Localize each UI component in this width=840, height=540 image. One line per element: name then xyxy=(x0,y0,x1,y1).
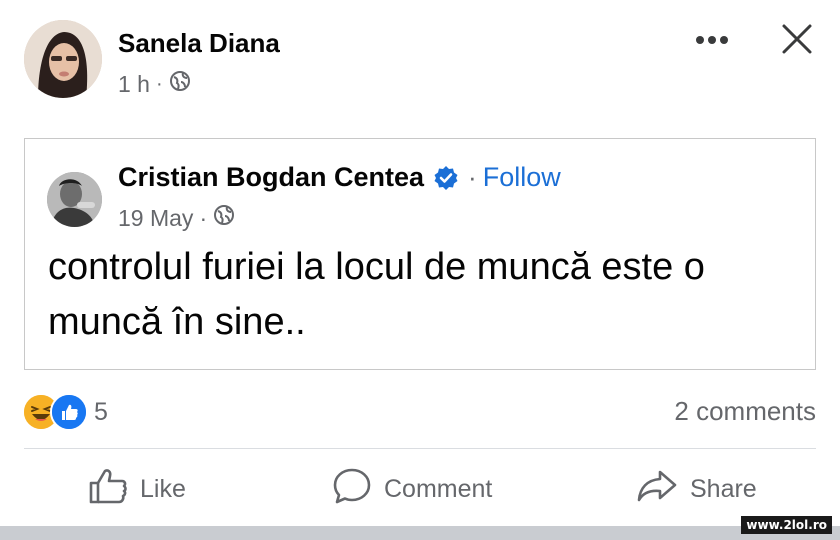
bottom-band xyxy=(0,526,840,540)
verified-badge-icon xyxy=(433,165,459,191)
share-button[interactable]: Share xyxy=(636,466,757,512)
shared-post-text: controlul furiei la locul de muncă este … xyxy=(48,246,705,343)
comment-icon xyxy=(332,467,372,512)
share-icon xyxy=(636,469,678,510)
comment-label: Comment xyxy=(384,474,493,503)
like-reaction-icon xyxy=(50,393,88,431)
author-name[interactable]: Sanela Diana xyxy=(118,28,280,59)
shared-post-date[interactable]: 19 May xyxy=(118,205,193,232)
comment-button[interactable]: Comment xyxy=(332,466,492,512)
shared-post-header: Cristian Bogdan Centea · Follow xyxy=(118,162,561,193)
divider xyxy=(24,448,816,449)
author-avatar[interactable] xyxy=(24,20,102,98)
post-meta: 1 h · xyxy=(118,70,191,98)
shared-author-name[interactable]: Cristian Bogdan Centea xyxy=(118,162,424,193)
reaction-count: 5 xyxy=(94,397,108,426)
comments-count[interactable]: 2 comments xyxy=(674,396,816,427)
watermark: www.2lol.ro xyxy=(741,516,832,534)
globe-icon xyxy=(213,204,235,232)
reactions-summary[interactable]: 5 xyxy=(22,393,108,431)
globe-icon xyxy=(169,70,191,98)
shared-author-avatar[interactable] xyxy=(47,172,102,227)
like-button[interactable]: Like xyxy=(88,466,186,512)
ellipsis-icon xyxy=(696,36,728,44)
share-label: Share xyxy=(690,474,757,503)
meta-separator: · xyxy=(199,204,208,231)
shared-post-meta: 19 May · xyxy=(118,204,235,232)
follow-separator: · xyxy=(468,162,477,192)
post-time[interactable]: 1 h xyxy=(118,71,150,98)
close-button[interactable] xyxy=(776,18,818,60)
more-options-button[interactable] xyxy=(690,22,734,58)
meta-separator: · xyxy=(155,72,163,95)
follow-button[interactable]: Follow xyxy=(483,162,561,193)
like-label: Like xyxy=(140,474,186,503)
close-icon xyxy=(782,24,812,54)
like-icon xyxy=(88,468,128,511)
